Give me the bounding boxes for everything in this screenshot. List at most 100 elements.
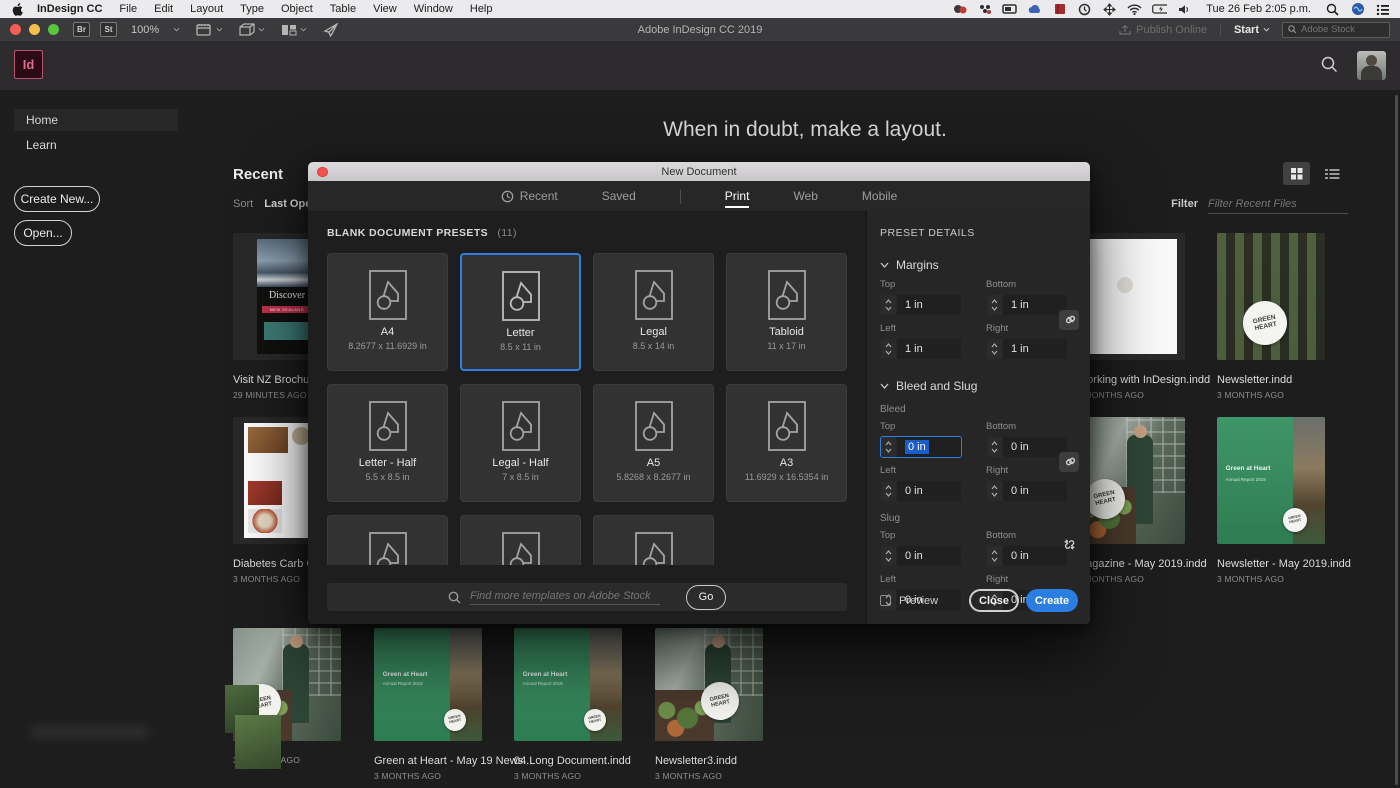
- tab-saved[interactable]: Saved: [602, 181, 636, 211]
- stock-button[interactable]: St: [100, 22, 117, 37]
- siri-icon[interactable]: [1350, 2, 1365, 16]
- window-close-button[interactable]: [10, 24, 21, 35]
- margins-section-header[interactable]: Margins: [880, 258, 1078, 272]
- arrange-documents-dropdown[interactable]: [281, 24, 307, 36]
- menu-layout[interactable]: Layout: [190, 3, 223, 15]
- preset-card-letter-half[interactable]: Letter - Half 5.5 x 8.5 in: [327, 384, 448, 502]
- window-scrollbar[interactable]: [1395, 95, 1398, 785]
- create-button[interactable]: Create: [1026, 589, 1078, 612]
- margin-left-field[interactable]: 1 in: [880, 338, 962, 360]
- sidebar-item-learn[interactable]: Learn: [14, 134, 178, 156]
- stepper-control[interactable]: [881, 437, 896, 457]
- preset-card-letter[interactable]: Letter 8.5 x 11 in: [460, 253, 581, 371]
- recent-file-card[interactable]: Green at Heart Annual Report 2019 GREEN …: [374, 628, 486, 781]
- adobe-stock-search-input[interactable]: [1301, 24, 1381, 35]
- preview-checkbox[interactable]: [880, 595, 891, 606]
- menu-object[interactable]: Object: [281, 3, 313, 15]
- status-app-icon-2[interactable]: [977, 2, 992, 16]
- status-cloud-icon[interactable]: [1027, 2, 1042, 16]
- sidebar-item-home[interactable]: Home: [14, 109, 178, 131]
- gpu-performance-icon[interactable]: [323, 23, 339, 37]
- list-view-toggle[interactable]: [1319, 162, 1346, 185]
- preset-card-10[interactable]: [460, 515, 581, 565]
- menu-edit[interactable]: Edit: [154, 3, 173, 15]
- menubar-app-name[interactable]: InDesign CC: [37, 3, 102, 15]
- preset-card-11[interactable]: [593, 515, 714, 565]
- stepper-control[interactable]: [881, 546, 896, 566]
- user-avatar[interactable]: [1357, 51, 1386, 80]
- spotlight-icon[interactable]: [1325, 2, 1340, 16]
- apple-menu-icon[interactable]: [12, 3, 23, 16]
- status-app-icon-1[interactable]: [952, 2, 967, 16]
- publish-online-button[interactable]: Publish Online: [1119, 24, 1207, 36]
- stepper-control[interactable]: [881, 295, 896, 315]
- recent-file-card[interactable]: Green at Heart Annual Report 2019 GREEN …: [514, 628, 626, 781]
- status-red-app-icon[interactable]: [1052, 2, 1067, 16]
- bleed-bottom-field[interactable]: 0 in: [986, 436, 1068, 458]
- stepper-control[interactable]: [987, 481, 1002, 501]
- time-machine-icon[interactable]: [1077, 2, 1092, 16]
- preview-toggle[interactable]: Preview: [880, 595, 938, 607]
- preset-card-a4[interactable]: A4 8.2677 x 11.6929 in: [327, 253, 448, 371]
- preset-card-a3[interactable]: A3 11.6929 x 16.5354 in: [726, 384, 847, 502]
- menubar-clock[interactable]: Tue 26 Feb 2:05 p.m.: [1206, 3, 1311, 15]
- dialog-titlebar[interactable]: New Document: [308, 162, 1090, 181]
- link-margins-icon[interactable]: [1059, 310, 1079, 330]
- zoom-level-dropdown[interactable]: 100%: [131, 24, 180, 36]
- recent-file-card[interactable]: Green at Heart Annual Report 2019 GREEN …: [1217, 417, 1329, 584]
- stepper-control[interactable]: [881, 481, 896, 501]
- bleed-left-field[interactable]: 0 in: [880, 480, 962, 502]
- go-button[interactable]: Go: [686, 585, 726, 610]
- recent-file-card[interactable]: GREEN HEART Newsletter3.indd 3 MONTHS AG…: [655, 628, 767, 781]
- stepper-control[interactable]: [987, 437, 1002, 457]
- preset-card-legal[interactable]: Legal 8.5 x 14 in: [593, 253, 714, 371]
- battery-icon[interactable]: [1152, 2, 1167, 16]
- menu-view[interactable]: View: [373, 3, 397, 15]
- tab-mobile[interactable]: Mobile: [862, 181, 897, 211]
- slug-bottom-field[interactable]: 0 in: [986, 545, 1068, 567]
- volume-icon[interactable]: [1177, 2, 1192, 16]
- menu-window[interactable]: Window: [414, 3, 453, 15]
- wifi-icon[interactable]: [1127, 2, 1142, 16]
- recent-file-card[interactable]: Working with InDesign.indd 3 MONTHS AGO: [1077, 233, 1189, 400]
- grid-view-toggle[interactable]: [1283, 162, 1310, 185]
- screen-mode-dropdown[interactable]: [239, 23, 265, 36]
- slug-top-field[interactable]: 0 in: [880, 545, 962, 567]
- stepper-control[interactable]: [987, 546, 1002, 566]
- unlink-slug-icon[interactable]: [1059, 535, 1079, 555]
- link-bleed-icon[interactable]: [1059, 452, 1079, 472]
- template-search-input[interactable]: [470, 590, 660, 605]
- bleed-right-field[interactable]: 0 in: [986, 480, 1068, 502]
- status-display-icon[interactable]: [1002, 2, 1017, 16]
- stepper-control[interactable]: [881, 339, 896, 359]
- dialog-close-icon[interactable]: [317, 167, 328, 178]
- tab-web[interactable]: Web: [793, 181, 817, 211]
- tab-recent[interactable]: Recent: [501, 181, 558, 211]
- close-button[interactable]: Close: [969, 589, 1019, 612]
- home-search-icon[interactable]: [1321, 56, 1338, 78]
- margin-bottom-field[interactable]: 1 in: [986, 294, 1068, 316]
- start-dropdown[interactable]: Start: [1234, 24, 1270, 36]
- bleed-top-field[interactable]: 0 in: [880, 436, 962, 458]
- recent-file-card[interactable]: GREEN HEART Newsletter.indd 3 MONTHS AGO: [1217, 233, 1329, 400]
- stepper-control[interactable]: [987, 339, 1002, 359]
- preset-card-legal-half[interactable]: Legal - Half 7 x 8.5 in: [460, 384, 581, 502]
- preset-card-tabloid[interactable]: Tabloid 11 x 17 in: [726, 253, 847, 371]
- window-minimize-button[interactable]: [29, 24, 40, 35]
- create-new-button[interactable]: Create New...: [14, 186, 100, 212]
- preset-card-9[interactable]: [327, 515, 448, 565]
- notification-center-icon[interactable]: [1375, 2, 1390, 16]
- recent-file-card[interactable]: GREEN HEART magazine - May 2019.indd 3 M…: [1077, 417, 1189, 584]
- tab-print[interactable]: Print: [725, 181, 750, 211]
- window-zoom-button[interactable]: [48, 24, 59, 35]
- margin-top-field[interactable]: 1 in: [880, 294, 962, 316]
- menu-type[interactable]: Type: [240, 3, 264, 15]
- bleed-slug-section-header[interactable]: Bleed and Slug: [880, 379, 1078, 393]
- adobe-stock-searchbox[interactable]: [1282, 22, 1390, 38]
- bridge-button[interactable]: Br: [73, 22, 90, 37]
- stepper-control[interactable]: [987, 295, 1002, 315]
- menu-file[interactable]: File: [119, 3, 137, 15]
- menu-table[interactable]: Table: [330, 3, 356, 15]
- open-button[interactable]: Open...: [14, 220, 72, 246]
- preset-card-a5[interactable]: A5 5.8268 x 8.2677 in: [593, 384, 714, 502]
